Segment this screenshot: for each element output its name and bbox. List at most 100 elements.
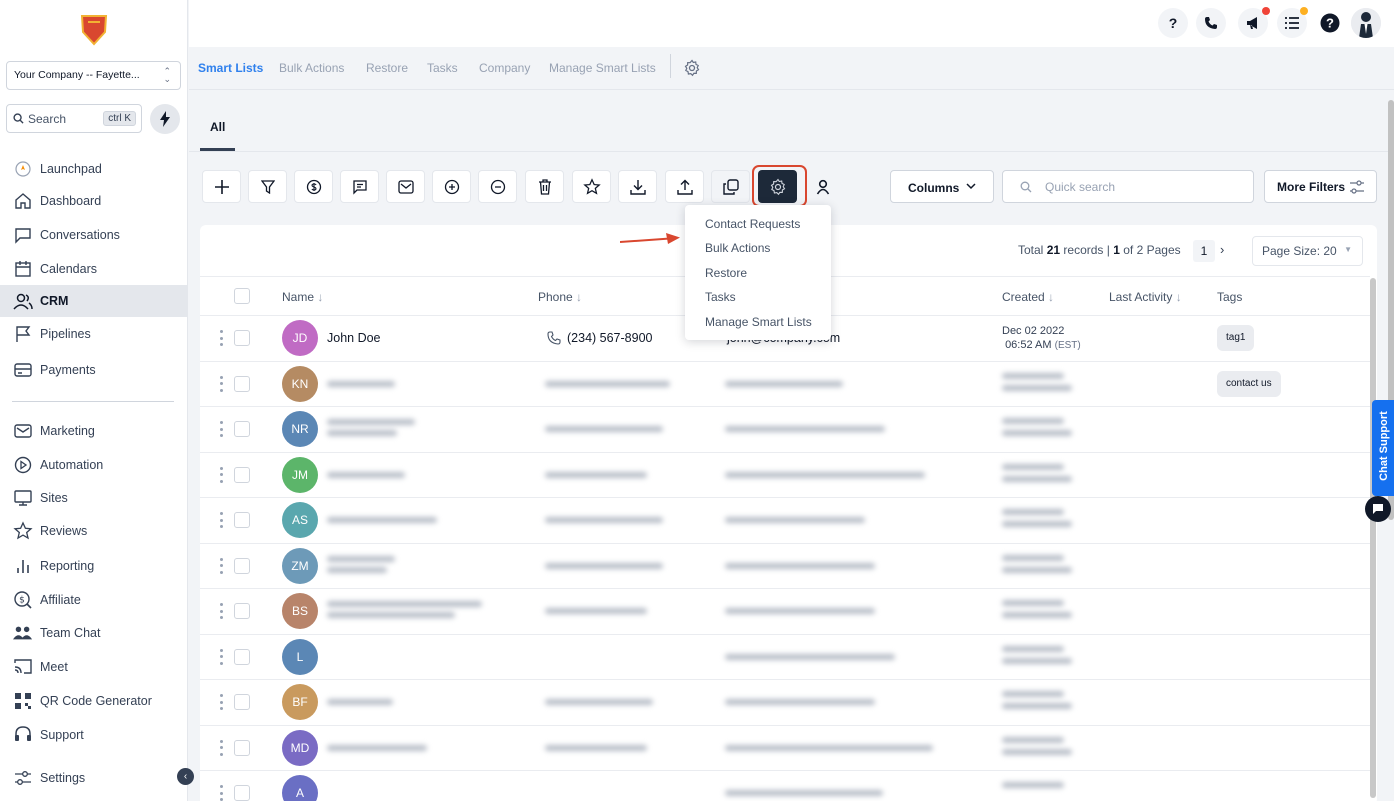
- tab-all[interactable]: All: [210, 120, 225, 134]
- drag-handle-icon[interactable]: [219, 375, 223, 392]
- table-row[interactable]: KN contact us: [200, 361, 1370, 407]
- delete-button[interactable]: [525, 170, 564, 203]
- column-header-name[interactable]: Name ↓: [282, 290, 323, 304]
- drag-handle-icon[interactable]: [219, 603, 223, 619]
- drag-handle-icon[interactable]: [219, 739, 223, 756]
- sidebar-item-payments[interactable]: Payments: [0, 354, 188, 386]
- row-checkbox[interactable]: [234, 785, 250, 801]
- sidebar-item-meet[interactable]: Meet: [0, 651, 188, 683]
- tab-company[interactable]: Company: [479, 61, 530, 75]
- remove-tag-button[interactable]: [478, 170, 517, 203]
- page-1-button[interactable]: 1: [1193, 240, 1215, 262]
- sidebar-item-pipelines[interactable]: Pipelines: [0, 318, 188, 350]
- tab-bulk-actions[interactable]: Bulk Actions: [279, 61, 344, 75]
- drag-handle-icon[interactable]: [219, 330, 223, 346]
- review-request-button[interactable]: [572, 170, 611, 203]
- phone-button[interactable]: [1196, 8, 1226, 38]
- help-button[interactable]: ?: [1158, 8, 1188, 38]
- user-avatar[interactable]: [1351, 8, 1381, 38]
- import-button[interactable]: [665, 170, 704, 203]
- contact-name[interactable]: John Doe: [327, 331, 381, 345]
- company-switcher[interactable]: Your Company -- Fayette... ⌃ ⌄: [6, 61, 181, 90]
- tag-chip[interactable]: contact us: [1217, 370, 1281, 397]
- row-checkbox[interactable]: [234, 512, 250, 528]
- drag-handle-icon[interactable]: [219, 512, 223, 528]
- collapse-sidebar-button[interactable]: ‹: [177, 768, 194, 785]
- table-row[interactable]: MD: [200, 725, 1370, 771]
- page-size-select[interactable]: Page Size: 20 ▼: [1252, 236, 1363, 266]
- menu-item-manage-smart-lists[interactable]: Manage Smart Lists: [705, 315, 812, 329]
- menu-item-bulk-actions[interactable]: Bulk Actions: [705, 241, 770, 255]
- menu-item-restore[interactable]: Restore: [705, 266, 747, 280]
- quick-search-input[interactable]: Quick search: [1002, 170, 1254, 203]
- sidebar-item-affiliate[interactable]: $ Affiliate: [0, 584, 188, 616]
- sidebar-item-qr-code-generator[interactable]: QR Code Generator: [0, 685, 188, 717]
- select-all-checkbox[interactable]: [234, 288, 250, 304]
- column-header-tags[interactable]: Tags: [1217, 290, 1242, 304]
- table-row[interactable]: BF: [200, 680, 1370, 726]
- add-to-campaign-button[interactable]: [294, 170, 333, 203]
- columns-button[interactable]: Columns: [890, 170, 994, 203]
- row-checkbox[interactable]: [234, 694, 250, 710]
- tab-restore[interactable]: Restore: [366, 61, 408, 75]
- chat-support-tab[interactable]: Chat Support: [1372, 400, 1394, 496]
- sidebar-item-marketing[interactable]: Marketing: [0, 415, 188, 447]
- add-tag-button[interactable]: [432, 170, 471, 203]
- sidebar-item-support[interactable]: Support: [0, 719, 188, 751]
- row-checkbox[interactable]: [234, 421, 250, 437]
- more-filters-button[interactable]: More Filters: [1264, 170, 1377, 203]
- company-logo[interactable]: [78, 12, 110, 46]
- table-row[interactable]: NR: [200, 407, 1370, 453]
- sidebar-search[interactable]: Search ctrl K: [6, 104, 142, 133]
- send-email-button[interactable]: [386, 170, 425, 203]
- help-center-button[interactable]: ?: [1315, 8, 1345, 38]
- send-sms-button[interactable]: [340, 170, 379, 203]
- export-button[interactable]: [618, 170, 657, 203]
- tab-smart-lists[interactable]: Smart Lists: [198, 61, 263, 75]
- merge-button[interactable]: [711, 170, 750, 203]
- sidebar-item-calendars[interactable]: Calendars: [0, 253, 188, 285]
- column-header-phone[interactable]: Phone ↓: [538, 290, 582, 304]
- table-row[interactable]: ZM: [200, 543, 1370, 589]
- assign-user-button[interactable]: [803, 170, 842, 203]
- sidebar-item-reporting[interactable]: Reporting: [0, 550, 188, 582]
- menu-item-contact-requests[interactable]: Contact Requests: [705, 217, 800, 231]
- contact-phone[interactable]: (234) 567-8900: [567, 331, 652, 345]
- sidebar-item-launchpad[interactable]: Launchpad: [0, 153, 188, 185]
- drag-handle-icon[interactable]: [219, 557, 223, 574]
- drag-handle-icon[interactable]: [219, 785, 223, 801]
- table-row[interactable]: JM: [200, 452, 1370, 498]
- settings-gear-icon[interactable]: [683, 59, 701, 77]
- table-row[interactable]: L: [200, 634, 1370, 680]
- table-scrollbar[interactable]: [1370, 278, 1376, 798]
- table-row[interactable]: AS: [200, 498, 1370, 544]
- row-checkbox[interactable]: [234, 603, 250, 619]
- tab-tasks[interactable]: Tasks: [427, 61, 458, 75]
- sidebar-item-dashboard[interactable]: Dashboard: [0, 185, 188, 217]
- table-row[interactable]: A: [200, 771, 1370, 801]
- row-checkbox[interactable]: [234, 739, 250, 756]
- sidebar-item-conversations[interactable]: Conversations: [0, 219, 188, 251]
- row-checkbox[interactable]: [234, 330, 250, 346]
- row-checkbox[interactable]: [234, 557, 250, 574]
- tag-chip[interactable]: tag1: [1217, 325, 1255, 351]
- row-checkbox[interactable]: [234, 375, 250, 392]
- add-contact-button[interactable]: [202, 170, 241, 203]
- tab-manage-smart-lists[interactable]: Manage Smart Lists: [549, 61, 656, 75]
- sidebar-item-automation[interactable]: Automation: [0, 449, 188, 481]
- drag-handle-icon[interactable]: [219, 648, 223, 665]
- sidebar-item-reviews[interactable]: Reviews: [0, 515, 188, 547]
- menu-item-tasks[interactable]: Tasks: [705, 290, 736, 304]
- next-page-button[interactable]: ›: [1220, 242, 1224, 257]
- row-checkbox[interactable]: [234, 466, 250, 483]
- drag-handle-icon[interactable]: [219, 694, 223, 710]
- column-header-created[interactable]: Created ↓: [1002, 290, 1054, 304]
- drag-handle-icon[interactable]: [219, 466, 223, 483]
- sidebar-item-team-chat[interactable]: Team Chat: [0, 617, 188, 649]
- row-checkbox[interactable]: [234, 648, 250, 665]
- column-header-last-activity[interactable]: Last Activity ↓: [1109, 290, 1182, 304]
- sidebar-item-sites[interactable]: Sites: [0, 482, 188, 514]
- chat-widget-button[interactable]: [1365, 496, 1391, 522]
- sidebar-item-settings[interactable]: Settings: [0, 762, 188, 794]
- sidebar-item-crm[interactable]: CRM: [0, 285, 188, 317]
